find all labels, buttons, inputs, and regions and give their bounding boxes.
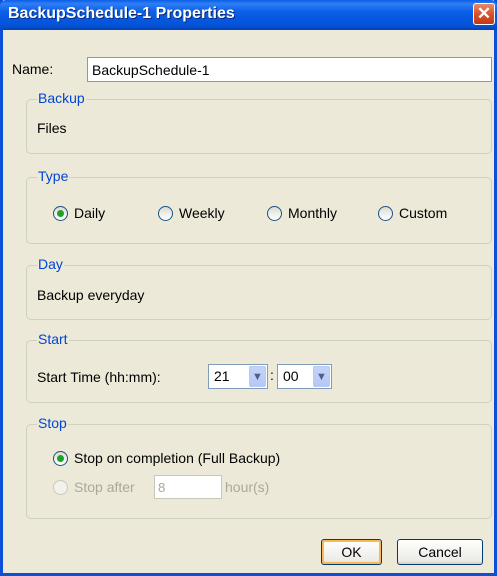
radio-checked-icon[interactable] <box>53 450 68 466</box>
radio-checked-icon[interactable] <box>53 205 68 221</box>
start-group: Start Start Time (hh:mm): 21 ▼ : 00 ▼ <box>26 331 492 403</box>
type-custom-label: Custom <box>399 205 448 221</box>
stop-group-title: Stop <box>37 415 68 431</box>
radio-unchecked-icon[interactable] <box>158 205 173 221</box>
day-group-title: Day <box>37 256 64 272</box>
type-daily-radio[interactable]: Daily <box>53 205 105 221</box>
type-weekly-radio[interactable]: Weekly <box>158 205 225 221</box>
day-group: Day Backup everyday <box>26 256 492 320</box>
backup-type-value: Files <box>37 120 67 136</box>
stop-after-radio[interactable]: Stop after <box>53 479 135 495</box>
cancel-button[interactable]: Cancel <box>397 539 483 565</box>
time-separator: : <box>270 367 274 383</box>
ok-button[interactable]: OK <box>321 539 382 565</box>
type-monthly-radio[interactable]: Monthly <box>267 205 337 221</box>
stop-on-completion-radio[interactable]: Stop on completion (Full Backup) <box>53 450 280 466</box>
properties-dialog: BackupSchedule-1 Properties ✕ Name: Back… <box>0 0 497 576</box>
start-minute-value: 00 <box>283 368 299 384</box>
type-weekly-label: Weekly <box>179 205 225 221</box>
stop-after-unit: hour(s) <box>225 479 270 495</box>
backup-group-title: Backup <box>37 90 86 106</box>
backup-group: Backup Files <box>26 90 492 154</box>
start-time-label: Start Time (hh:mm): <box>37 369 161 385</box>
chevron-down-icon[interactable]: ▼ <box>313 366 330 387</box>
start-minute-select[interactable]: 00 ▼ <box>277 364 332 389</box>
type-monthly-label: Monthly <box>288 205 338 221</box>
radio-unchecked-icon[interactable] <box>267 205 282 221</box>
stop-on-completion-label: Stop on completion (Full Backup) <box>74 450 281 466</box>
stop-after-hours-field[interactable] <box>154 475 222 499</box>
start-hour-value: 21 <box>214 368 230 384</box>
name-label: Name: <box>12 61 54 77</box>
type-daily-label: Daily <box>74 205 106 221</box>
day-description: Backup everyday <box>37 287 145 303</box>
stop-after-label: Stop after <box>74 479 135 495</box>
chevron-down-icon[interactable]: ▼ <box>249 366 266 387</box>
close-icon[interactable]: ✕ <box>473 3 495 25</box>
radio-unchecked-icon[interactable] <box>378 205 393 221</box>
stop-group: Stop Stop on completion (Full Backup) St… <box>26 415 492 519</box>
window-title: BackupSchedule-1 Properties <box>8 5 235 22</box>
type-group-title: Type <box>37 168 70 184</box>
type-custom-radio[interactable]: Custom <box>378 205 447 221</box>
start-group-title: Start <box>37 331 69 347</box>
type-group: Type Daily Weekly Monthly Custom <box>26 168 492 244</box>
radio-unchecked-icon[interactable] <box>53 479 68 495</box>
title-bar[interactable]: BackupSchedule-1 Properties ✕ <box>0 0 497 30</box>
name-field[interactable] <box>87 57 492 82</box>
start-hour-select[interactable]: 21 ▼ <box>208 364 268 389</box>
